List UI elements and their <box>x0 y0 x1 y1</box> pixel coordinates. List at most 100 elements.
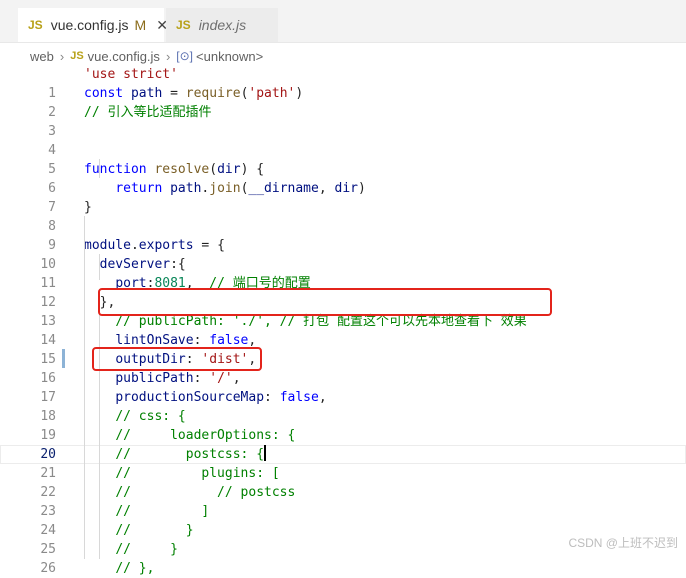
code-token: path <box>170 181 202 196</box>
line-number: 23 <box>40 504 56 519</box>
code-token: lintOnSave <box>115 333 194 348</box>
code-line[interactable]: 'use strict' <box>0 65 686 84</box>
javascript-file-icon: JS <box>70 50 84 62</box>
code-token: // loaderOptions: { <box>115 428 296 443</box>
code-token: '/' <box>209 371 233 386</box>
code-line[interactable]: 1 const path = require('path') <box>0 84 686 103</box>
code-token: // // postcss <box>115 485 296 500</box>
line-number: 13 <box>40 314 56 329</box>
code-token: , <box>318 181 335 196</box>
code-token: function <box>84 162 155 177</box>
code-line[interactable]: 19 // loaderOptions: { <box>0 426 686 445</box>
code-token: // plugins: [ <box>115 466 280 481</box>
code-token: productionSourceMap <box>115 390 265 405</box>
code-line[interactable]: 20 // postcss: { <box>0 445 686 464</box>
code-line[interactable]: 17 productionSourceMap: false, <box>0 388 686 407</box>
code-token: publicPath <box>115 371 194 386</box>
code-text: 'use strict' <box>84 65 178 84</box>
code-token: join <box>209 181 241 196</box>
code-line[interactable]: 10 devServer:{ <box>0 255 686 274</box>
code-token: const <box>84 86 131 101</box>
breadcrumb: web › JS vue.config.js › [⊙] <unknown> <box>30 46 263 66</box>
code-text: // } <box>84 521 194 540</box>
code-line[interactable]: 7} <box>0 198 686 217</box>
code-token: : <box>193 333 210 348</box>
line-number: 11 <box>40 276 56 291</box>
code-token: devServer <box>99 257 171 272</box>
indent-guide <box>99 292 100 559</box>
highlight-box-commented-publicpath <box>98 288 552 316</box>
chevron-right-icon: › <box>59 48 65 64</box>
code-token: = <box>162 86 186 101</box>
code-text: module.exports = { <box>84 236 225 255</box>
code-text: return path.join(__dirname, dir) <box>84 179 366 198</box>
code-line[interactable]: 26 // }, <box>0 559 686 578</box>
line-number: 5 <box>48 162 56 177</box>
code-token: : <box>264 390 280 405</box>
code-token: :{ <box>170 257 186 272</box>
line-number: 19 <box>40 428 56 443</box>
code-token: ( <box>209 162 218 177</box>
text-cursor <box>264 445 267 461</box>
code-line[interactable]: 18 // css: { <box>0 407 686 426</box>
code-line[interactable]: 16 publicPath: '/', <box>0 369 686 388</box>
code-token: // }, <box>115 561 155 576</box>
code-line[interactable]: 4 <box>0 141 686 160</box>
line-number: 12 <box>40 295 56 310</box>
line-number: 17 <box>40 390 56 405</box>
line-number: 3 <box>48 124 56 139</box>
code-token: module <box>84 238 131 253</box>
line-number: 9 <box>48 238 56 253</box>
breadcrumb-symbol[interactable]: <unknown> <box>196 49 263 64</box>
code-line[interactable]: 5 function resolve(dir) { <box>0 160 686 179</box>
code-token: 'path' <box>248 86 296 101</box>
line-number: 1 <box>48 86 56 101</box>
code-line[interactable]: 8 <box>0 217 686 236</box>
line-number: 20 <box>40 447 56 462</box>
tab-label: vue.config.js <box>50 17 129 33</box>
code-token: // ] <box>115 504 210 519</box>
code-line[interactable]: 6 return path.join(__dirname, dir) <box>0 179 686 198</box>
line-number: 26 <box>40 561 56 576</box>
code-line[interactable]: 22 // // postcss <box>0 483 686 502</box>
code-token: // } <box>115 523 194 538</box>
code-line[interactable]: 3 <box>0 122 686 141</box>
line-number: 6 <box>48 181 56 196</box>
code-token: // css: { <box>115 409 186 424</box>
line-number: 16 <box>40 371 56 386</box>
line-number: 24 <box>40 523 56 538</box>
line-number: 18 <box>40 409 56 424</box>
code-token: path <box>130 86 163 101</box>
tab-index-js[interactable]: JS index.js <box>166 8 278 42</box>
indent-guide <box>84 216 85 559</box>
line-number: 7 <box>48 200 56 215</box>
line-number: 14 <box>40 333 56 348</box>
code-text: publicPath: '/', <box>84 369 240 388</box>
git-modified-marker <box>62 349 65 368</box>
code-line[interactable]: 2 // 引入等比适配插件 <box>0 103 686 122</box>
line-number: 21 <box>40 466 56 481</box>
code-token: , <box>248 333 257 348</box>
code-line[interactable]: 21 // plugins: [ <box>0 464 686 483</box>
code-token: false <box>279 390 319 405</box>
code-token: // publicPath: './', // 打包 配置这个可以先本地查看下 … <box>115 314 527 329</box>
chevron-right-icon: › <box>165 48 171 64</box>
code-token: dir <box>217 162 241 177</box>
line-number: 25 <box>40 542 56 557</box>
code-text: // // postcss <box>84 483 295 502</box>
tab-vue-config-js[interactable]: JS vue.config.js M ✕ <box>18 8 168 42</box>
code-token: ) <box>295 86 304 101</box>
line-number: 2 <box>48 105 56 120</box>
indent-guide <box>99 159 100 178</box>
line-number: 8 <box>48 219 56 234</box>
code-text: // loaderOptions: { <box>84 426 295 445</box>
code-line[interactable]: 23 // ] <box>0 502 686 521</box>
code-token: ) { <box>240 162 265 177</box>
code-token: . <box>130 238 139 253</box>
code-line[interactable]: 9 module.exports = { <box>0 236 686 255</box>
breadcrumb-folder[interactable]: web <box>30 49 54 64</box>
breadcrumb-file[interactable]: vue.config.js <box>88 49 160 64</box>
code-token: false <box>209 333 249 348</box>
